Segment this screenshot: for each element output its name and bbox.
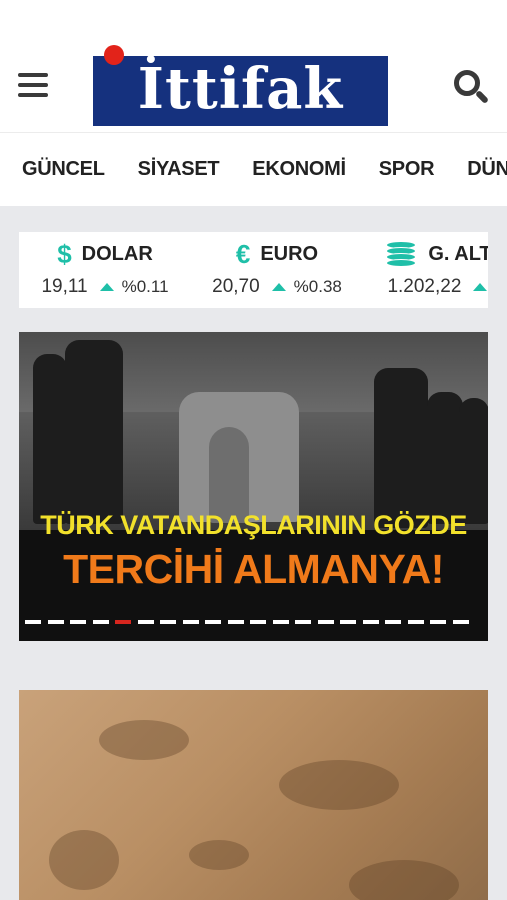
nav-item-guncel[interactable]: GÜNCEL <box>22 158 105 181</box>
headline-photo <box>19 332 488 530</box>
slider-dot[interactable] <box>92 620 109 624</box>
site-logo[interactable]: İttifak <box>93 45 388 126</box>
nav-item-siyaset[interactable]: SİYASET <box>138 158 220 181</box>
slider-dot[interactable] <box>227 620 244 624</box>
slider-dot[interactable] <box>340 620 356 624</box>
rate-value: 1.202,22 <box>387 276 462 297</box>
slider-dot[interactable] <box>385 620 401 624</box>
slider-dot[interactable] <box>182 620 199 624</box>
slider-dot[interactable] <box>47 620 64 624</box>
trend-up-icon <box>473 283 488 291</box>
logo-text: İttifak <box>137 56 344 122</box>
slider-pagination <box>25 620 475 624</box>
slider-dot[interactable] <box>205 620 221 624</box>
search-icon[interactable] <box>454 70 490 106</box>
slider-dot[interactable] <box>295 620 311 624</box>
rate-name: G. ALTIN <box>428 242 488 265</box>
trend-up-icon <box>99 283 114 291</box>
slider-dot[interactable] <box>70 620 86 624</box>
gold-coins-icon <box>386 241 417 267</box>
trend-up-icon <box>271 283 286 291</box>
category-nav: GÜNCEL SİYASET EKONOMİ SPOR DÜNYA <box>0 132 507 206</box>
slider-dot[interactable] <box>137 620 154 624</box>
slider-dot[interactable] <box>250 620 266 624</box>
news-card-image[interactable] <box>19 690 488 900</box>
rate-value: 19,11 <box>41 276 88 297</box>
rate-name: EURO <box>260 242 319 265</box>
slider-dot[interactable] <box>115 620 131 624</box>
headline-slider[interactable]: TÜRK VATANDAŞLARININ GÖZDE TERCİHİ ALMAN… <box>19 332 488 641</box>
rate-name: DOLAR <box>81 242 153 265</box>
rate-change: %0.38 <box>293 277 342 296</box>
rate-gold[interactable]: G. ALTIN 1.202,22 % <box>363 232 488 308</box>
slider-dot[interactable] <box>430 620 446 624</box>
nav-item-ekonomi[interactable]: EKONOMİ <box>252 158 346 181</box>
slider-dot[interactable] <box>362 620 379 624</box>
rate-dolar[interactable]: $ DOLAR 19,11 %0.11 <box>19 232 191 308</box>
rate-euro[interactable]: € EURO 20,70 %0.38 <box>191 232 363 308</box>
currency-ticker: $ DOLAR 19,11 %0.11 € EURO 20,70 %0.38 G… <box>19 232 488 308</box>
slider-dot[interactable] <box>272 620 289 624</box>
logo-dot <box>104 45 124 65</box>
slider-dot[interactable] <box>25 620 41 624</box>
rate-value: 20,70 <box>212 276 260 297</box>
status-spacer <box>0 0 507 40</box>
slider-dot[interactable] <box>317 620 334 624</box>
site-header: İttifak <box>0 40 507 132</box>
hamburger-menu-icon[interactable] <box>18 73 48 99</box>
euro-icon: € <box>235 238 251 269</box>
slider-dot[interactable] <box>160 620 176 624</box>
nav-item-dunya[interactable]: DÜNYA <box>467 158 507 181</box>
dollar-icon: $ <box>57 238 72 269</box>
rate-change: %0.11 <box>121 277 169 296</box>
slider-dot[interactable] <box>407 620 424 624</box>
nav-item-spor[interactable]: SPOR <box>379 158 435 181</box>
headline-line-1: TÜRK VATANDAŞLARININ GÖZDE <box>40 510 467 540</box>
slider-dot[interactable] <box>452 620 469 624</box>
headline-line-2: TERCİHİ ALMANYA! <box>63 546 444 592</box>
